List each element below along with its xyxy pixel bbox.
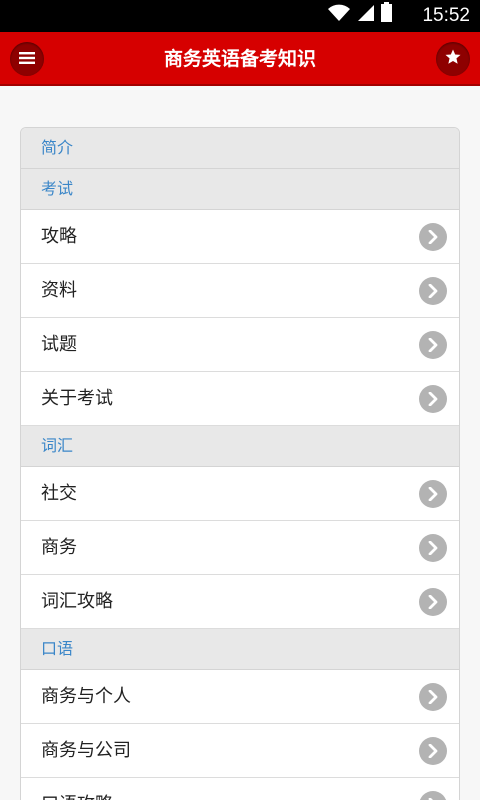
- page-title: 商务英语备考知识: [163, 48, 316, 70]
- status-bar: 15:52: [0, 0, 480, 32]
- list-item-label: 试题: [41, 334, 77, 355]
- list-item-label: 口语攻略: [41, 794, 113, 800]
- chevron-right-icon: [419, 223, 447, 251]
- chevron-right-icon: [419, 791, 447, 800]
- list-item-label: 攻略: [41, 226, 77, 247]
- app-bar: 商务英语备考知识: [0, 32, 480, 86]
- list-item[interactable]: 口语攻略: [21, 778, 459, 800]
- list-item-label: 商务: [41, 537, 77, 558]
- list-item-label: 词汇攻略: [41, 591, 113, 612]
- list-item[interactable]: 商务与公司: [21, 724, 459, 778]
- list-item-label: 社交: [41, 483, 77, 504]
- list-divider: 考试: [21, 169, 459, 210]
- status-icons: [327, 2, 392, 26]
- list-item[interactable]: 商务与个人: [21, 670, 459, 724]
- list-item-label: 商务与公司: [41, 740, 131, 761]
- star-icon: [444, 48, 462, 70]
- list-item[interactable]: 商务: [21, 521, 459, 575]
- menu-button[interactable]: [10, 42, 44, 76]
- list-item[interactable]: 资料: [21, 264, 459, 318]
- signal-icon: [357, 4, 375, 26]
- chevron-right-icon: [419, 534, 447, 562]
- list-item[interactable]: 社交: [21, 467, 459, 521]
- list-item-label: 关于考试: [41, 388, 113, 409]
- chevron-right-icon: [419, 385, 447, 413]
- status-time: 15:52: [422, 5, 470, 26]
- list-item[interactable]: 攻略: [21, 210, 459, 264]
- favorite-button[interactable]: [436, 42, 470, 76]
- menu-icon: [19, 50, 35, 69]
- list-divider: 简介: [21, 128, 459, 169]
- list-item[interactable]: 词汇攻略: [21, 575, 459, 629]
- list-item-label: 商务与个人: [41, 686, 131, 707]
- battery-icon: [381, 2, 392, 26]
- list-divider: 口语: [21, 629, 459, 670]
- chevron-right-icon: [419, 588, 447, 616]
- chevron-right-icon: [419, 480, 447, 508]
- list-divider: 词汇: [21, 426, 459, 467]
- chevron-right-icon: [419, 737, 447, 765]
- menu-list: 简介考试攻略资料试题关于考试词汇社交商务词汇攻略口语商务与个人商务与公司口语攻略: [20, 127, 460, 800]
- chevron-right-icon: [419, 683, 447, 711]
- chevron-right-icon: [419, 331, 447, 359]
- chevron-right-icon: [419, 277, 447, 305]
- list-item[interactable]: 试题: [21, 318, 459, 372]
- list-item[interactable]: 关于考试: [21, 372, 459, 426]
- list-item-label: 资料: [41, 280, 77, 301]
- wifi-icon: [327, 4, 351, 26]
